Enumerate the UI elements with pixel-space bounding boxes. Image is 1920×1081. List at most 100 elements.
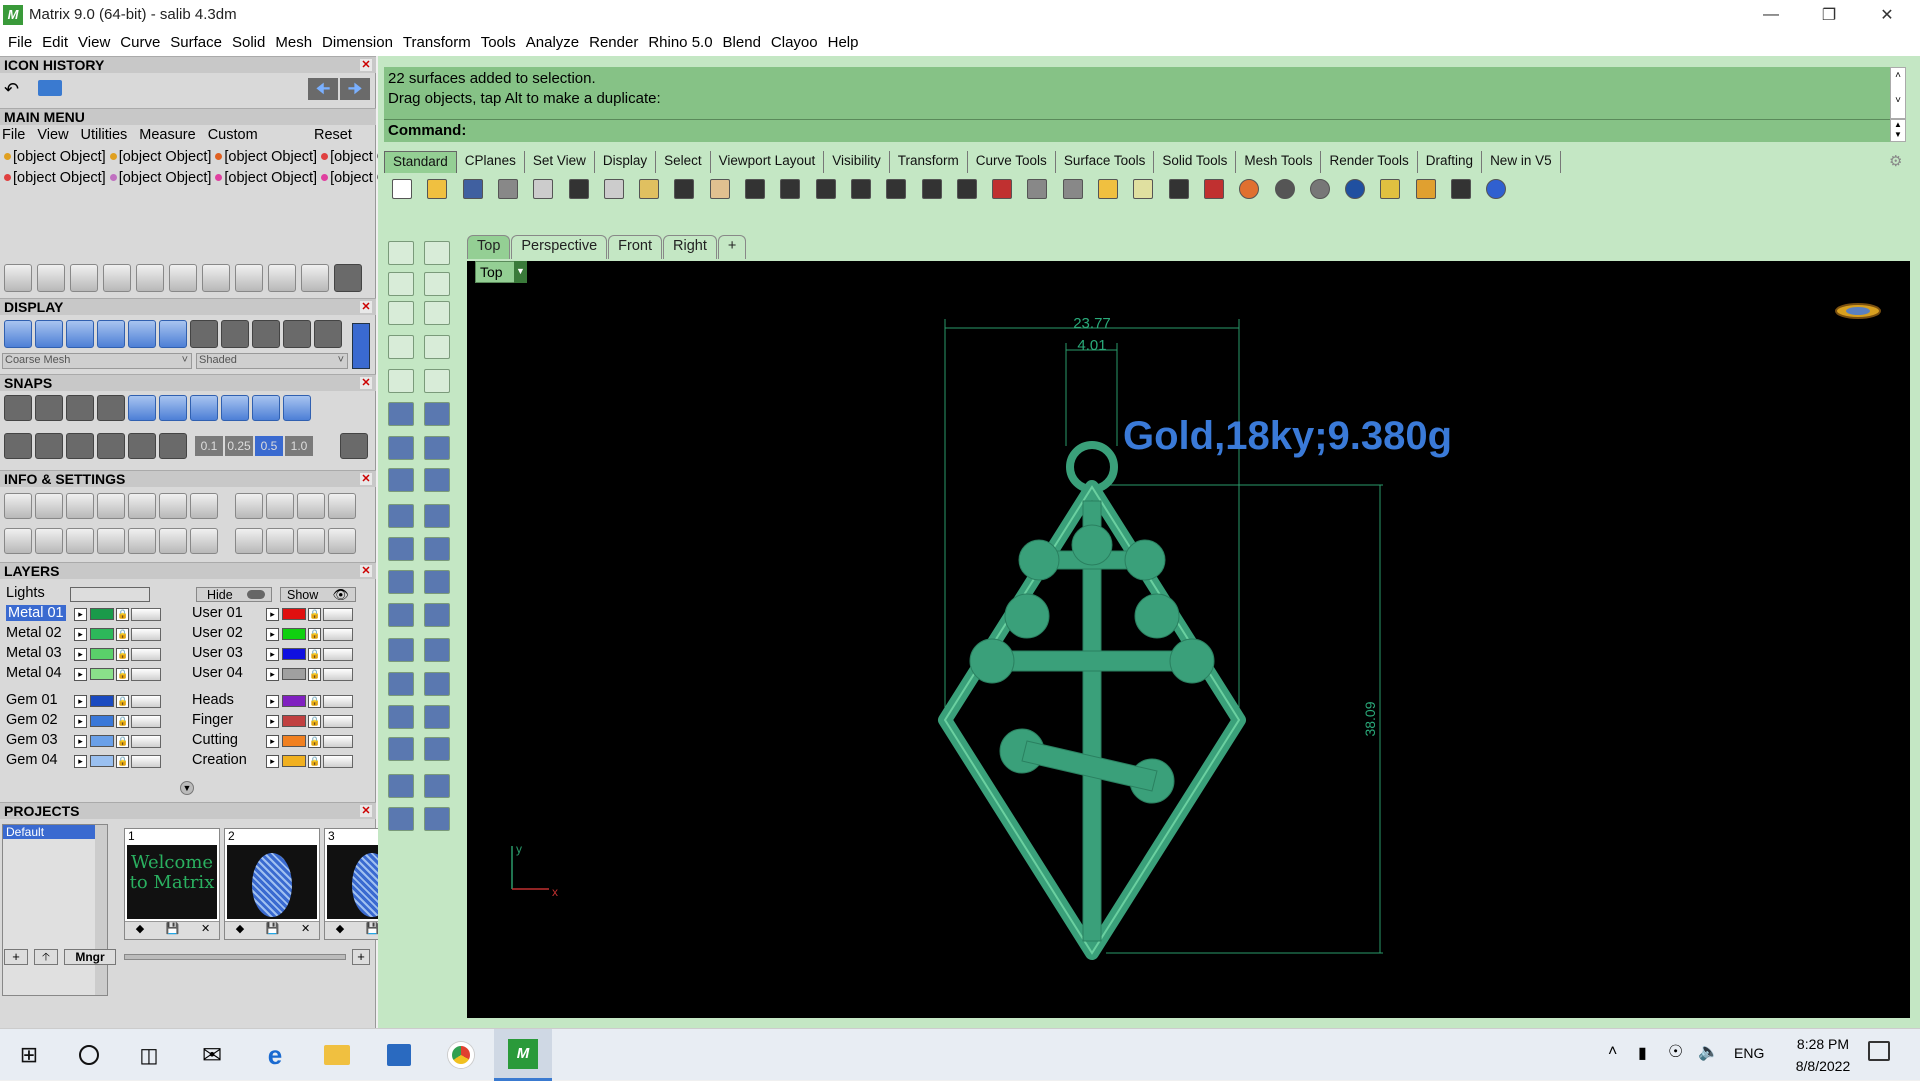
fillet-curve-icon[interactable] <box>424 369 450 393</box>
snap-value-button[interactable]: 0.5 <box>255 436 283 456</box>
layer-visibility-toggle[interactable] <box>323 628 353 641</box>
layer-expand-icon[interactable]: ▸ <box>74 695 87 708</box>
main-menu-category[interactable]: [object Object] <box>211 149 317 165</box>
projects-scrollbar[interactable] <box>95 825 107 995</box>
history-back-button[interactable]: 🠈 <box>308 78 338 100</box>
open-folder-icon[interactable] <box>38 80 62 96</box>
split-icon[interactable] <box>388 537 414 561</box>
layer-lock-icon[interactable]: 🔒 <box>116 648 129 661</box>
paste-icon[interactable] <box>635 175 663 203</box>
main-menu-category[interactable]: [object Object] <box>0 149 106 165</box>
cen-snap-icon[interactable] <box>128 395 156 421</box>
rotate-view-icon[interactable] <box>918 175 946 203</box>
scale-icon[interactable] <box>424 638 450 662</box>
arc-icon[interactable] <box>388 335 414 359</box>
main-menu-category[interactable]: [object Object] <box>106 149 211 165</box>
mirror-icon[interactable] <box>388 774 414 798</box>
menu-item[interactable]: File <box>8 34 32 51</box>
planar-snap-icon[interactable] <box>66 433 94 459</box>
grid-snap-icon[interactable] <box>4 433 32 459</box>
layer-visibility-toggle[interactable] <box>131 695 161 708</box>
sphere-wire-icon[interactable] <box>283 320 311 348</box>
toolbar-tab[interactable]: Transform <box>890 151 968 173</box>
copy-icon[interactable] <box>600 175 628 203</box>
cut-tool-icon[interactable] <box>301 264 329 292</box>
notifications-icon[interactable] <box>1868 1041 1890 1061</box>
sphere-gold-icon[interactable] <box>221 320 249 348</box>
settings2-icon[interactable] <box>328 493 356 519</box>
command-line[interactable]: Command: <box>384 119 1890 142</box>
layer-name[interactable]: User 01 <box>192 605 243 621</box>
projects-hscroll[interactable] <box>124 954 346 960</box>
layer-name[interactable]: User 03 <box>192 645 243 661</box>
blend-icon[interactable] <box>388 603 414 627</box>
battery-icon[interactable]: ▮ <box>1638 1043 1647 1063</box>
toolbar-tab[interactable]: Render Tools <box>1321 151 1418 173</box>
project-thumbnail[interactable]: 1 Welcome to Matrix ◆ 💾 ✕ <box>124 828 220 940</box>
layer-expand-icon[interactable]: ▸ <box>266 668 279 681</box>
osnap-icon[interactable] <box>97 433 125 459</box>
layer-visibility-toggle[interactable] <box>323 648 353 661</box>
display-info-icon[interactable] <box>35 528 63 554</box>
toolbar-tab[interactable]: Set View <box>525 151 595 173</box>
matrix-app[interactable]: M <box>494 1029 552 1081</box>
layer-visibility-toggle[interactable] <box>323 735 353 748</box>
quad-snap-icon[interactable] <box>252 395 280 421</box>
show-button[interactable]: Show 👁 <box>280 587 356 602</box>
menu-item[interactable]: Solid <box>232 34 265 51</box>
loft-tool-icon[interactable] <box>235 264 263 292</box>
save-icon[interactable] <box>459 175 487 203</box>
layer-visibility-toggle[interactable] <box>323 695 353 708</box>
project-snap-icon[interactable] <box>128 433 156 459</box>
select-arrow-icon[interactable] <box>388 241 414 265</box>
language-indicator[interactable]: ENG <box>1734 1045 1764 1061</box>
layer-name[interactable]: Finger <box>192 712 233 728</box>
panel-icon[interactable] <box>97 528 125 554</box>
sphere-blue-icon[interactable] <box>66 320 94 348</box>
viewport-grid-icon[interactable] <box>953 175 981 203</box>
main-menu-item[interactable]: View <box>37 127 68 143</box>
layer-lock-icon[interactable]: 🔒 <box>116 668 129 681</box>
layer-expand-icon[interactable]: ▸ <box>266 735 279 748</box>
plane-icon[interactable] <box>424 468 450 492</box>
move-tool-icon[interactable] <box>136 264 164 292</box>
layer-lock-icon[interactable]: 🔒 <box>116 628 129 641</box>
toolbar-tab[interactable]: Viewport Layout <box>711 151 825 173</box>
layer-color-swatch[interactable] <box>282 628 306 640</box>
array-icon[interactable] <box>388 672 414 696</box>
up-project-button[interactable]: 🡡 <box>34 949 58 965</box>
close-icon[interactable]: ✕ <box>360 377 372 389</box>
menu-item[interactable]: Transform <box>403 34 471 51</box>
snap-value-button[interactable]: 1.0 <box>285 436 313 456</box>
gear-icon[interactable]: ⚙ <box>1889 152 1902 170</box>
smarttrack-icon[interactable] <box>159 433 187 459</box>
layer-expand-icon[interactable]: ▸ <box>74 628 87 641</box>
layer-color-swatch[interactable] <box>282 735 306 747</box>
menu-item[interactable]: Surface <box>170 34 222 51</box>
gear-settings-icon[interactable] <box>1412 175 1440 203</box>
help-icon[interactable] <box>1482 175 1510 203</box>
mesh-select[interactable]: Coarse Mesh ˅ <box>2 353 192 369</box>
layer-color-swatch[interactable] <box>282 695 306 707</box>
search-icon[interactable] <box>35 493 63 519</box>
rectangle-icon[interactable] <box>424 335 450 359</box>
layer-lock-icon[interactable]: 🔒 <box>308 735 321 748</box>
layer-name[interactable]: Cutting <box>192 732 238 748</box>
layer-name[interactable]: User 04 <box>192 665 243 681</box>
dimension-icon[interactable] <box>424 705 450 729</box>
toolbar-tab[interactable]: Curve Tools <box>968 151 1056 173</box>
main-menu-category[interactable]: [object Object] <box>0 170 106 186</box>
viewport-tab[interactable]: Front <box>608 235 662 259</box>
layer-visibility-toggle[interactable] <box>131 755 161 768</box>
layer-name[interactable]: Gem 04 <box>6 752 58 768</box>
render-mat-icon[interactable] <box>424 807 450 831</box>
pin-icon[interactable]: ◆ <box>236 922 244 939</box>
zoom-extents-icon[interactable] <box>847 175 875 203</box>
split-tool-icon[interactable] <box>268 264 296 292</box>
display-toggle[interactable] <box>352 323 370 369</box>
globe-icon[interactable] <box>128 320 156 348</box>
project-thumbnail[interactable]: 2 ◆ 💾 ✕ <box>224 828 320 940</box>
undo-icon[interactable]: ↶ <box>4 79 19 100</box>
shading-select[interactable]: Shaded ˅ <box>196 353 348 369</box>
point-icon[interactable] <box>424 241 450 265</box>
